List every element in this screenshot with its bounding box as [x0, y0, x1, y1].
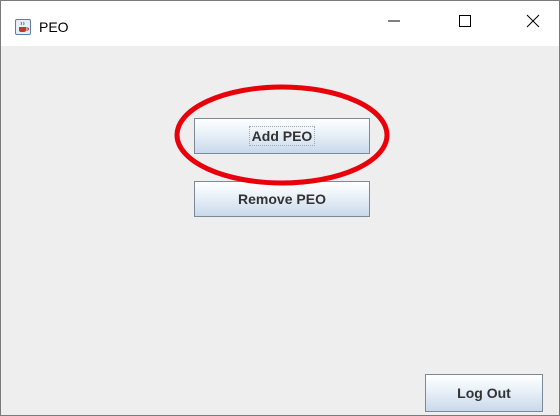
maximize-button[interactable] [442, 1, 488, 46]
logout-button[interactable]: Log Out [425, 374, 543, 412]
add-peo-button[interactable]: Add PEO [194, 118, 370, 154]
remove-peo-label: Remove PEO [238, 191, 326, 207]
close-icon [526, 14, 540, 33]
remove-peo-button[interactable]: Remove PEO [194, 181, 370, 217]
title-bar[interactable]: PEO [1, 1, 559, 46]
window-title: PEO [39, 19, 69, 35]
maximize-icon [458, 14, 472, 33]
java-cup-icon [15, 19, 31, 35]
add-peo-label: Add PEO [248, 126, 316, 146]
minimize-button[interactable] [371, 1, 417, 46]
content-pane: Add PEO Remove PEO Log Out [1, 46, 559, 415]
logout-label: Log Out [457, 385, 511, 401]
app-window: PEO Add PEO Remove PEO Log Out [0, 0, 560, 416]
close-button[interactable] [510, 1, 556, 46]
minimize-icon [387, 14, 401, 33]
